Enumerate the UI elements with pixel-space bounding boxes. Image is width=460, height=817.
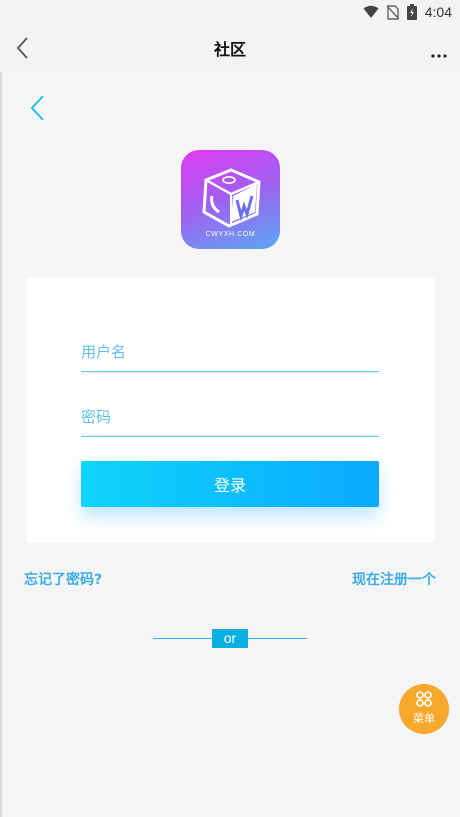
status-bar: 4:04 [0, 0, 460, 24]
more-options-icon[interactable] [430, 34, 450, 62]
battery-charging-icon [406, 4, 417, 20]
login-card: 登录 [26, 277, 435, 543]
register-link[interactable]: 现在注册一个 [352, 569, 436, 589]
menu-fab-button[interactable]: 菜单 [399, 684, 449, 734]
forgot-password-link[interactable]: 忘记了密码? [24, 569, 102, 589]
status-time: 4:04 [424, 4, 452, 20]
status-icons: 4:04 [363, 3, 452, 21]
menu-fab-label: 菜单 [413, 712, 435, 725]
divider-line-left [153, 638, 213, 639]
menu-grid-icon [416, 691, 432, 707]
login-page: CWYXH.COM 登录 忘记了密码? 现在注册一个 or 菜单 [0, 72, 460, 817]
username-field [81, 332, 379, 372]
or-divider-label: or [212, 629, 248, 648]
divider-line-right [248, 638, 307, 639]
no-sim-icon [386, 4, 399, 20]
logo-wordmark: CWYXH.COM [205, 231, 256, 238]
password-field [81, 397, 379, 437]
chevron-left-icon[interactable] [26, 92, 50, 124]
username-input[interactable] [81, 332, 379, 371]
login-button[interactable]: 登录 [81, 461, 379, 507]
page-title: 社区 [213, 40, 246, 59]
app-bar: 社区 [0, 24, 460, 72]
wifi-icon [363, 5, 379, 18]
password-input[interactable] [81, 397, 379, 436]
app-logo: CWYXH.COM [181, 150, 280, 249]
